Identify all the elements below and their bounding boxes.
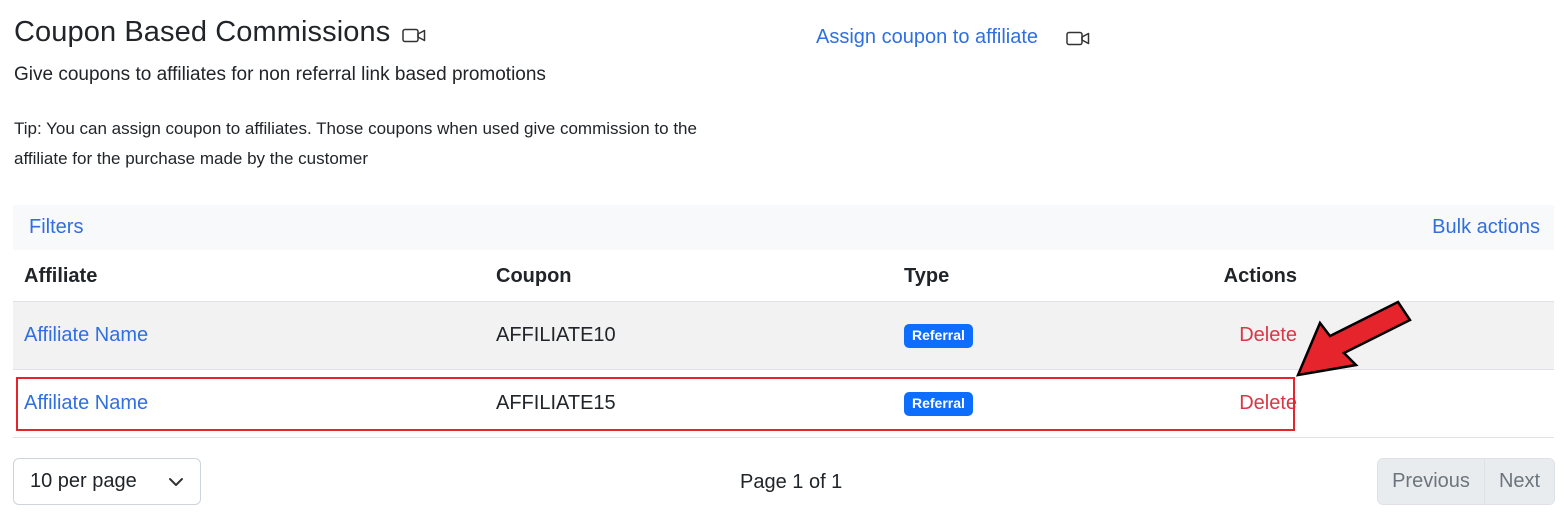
table-header: Affiliate Coupon Type Actions — [13, 252, 1554, 302]
column-header-actions: Actions — [1223, 265, 1297, 287]
page-subtitle: Give coupons to affiliates for non refer… — [14, 64, 546, 85]
column-header-coupon[interactable]: Coupon — [496, 265, 904, 288]
previous-button[interactable]: Previous — [1378, 459, 1485, 504]
per-page-select[interactable]: 10 per page — [13, 458, 201, 505]
coupon-code: AFFILIATE10 — [496, 324, 616, 346]
page-title: Coupon Based Commissions — [14, 16, 426, 49]
type-badge: Referral — [904, 324, 973, 348]
chevron-down-icon — [168, 470, 184, 493]
column-header-type[interactable]: Type — [904, 265, 1212, 288]
tip-text: Tip: You can assign coupon to affiliates… — [14, 119, 697, 168]
column-header-affiliate[interactable]: Affiliate — [13, 265, 496, 288]
affiliate-name-link[interactable]: Affiliate Name — [24, 324, 148, 346]
table-toolbar: Filters Bulk actions — [13, 205, 1554, 250]
per-page-value: 10 per page — [30, 470, 137, 492]
annotation-highlight-box — [16, 377, 1295, 431]
video-camera-icon[interactable] — [1066, 30, 1090, 47]
delete-link[interactable]: Delete — [1239, 324, 1297, 346]
annotation-arrow-icon — [1295, 300, 1412, 377]
page-title-text: Coupon Based Commissions — [14, 16, 391, 48]
next-button[interactable]: Next — [1485, 459, 1554, 504]
video-camera-icon[interactable] — [402, 27, 426, 44]
bulk-actions-link[interactable]: Bulk actions — [1432, 216, 1540, 239]
filters-link[interactable]: Filters — [29, 216, 83, 239]
pagination-buttons: Previous Next — [1377, 458, 1555, 505]
page-info: Page 1 of 1 — [740, 471, 843, 493]
assign-coupon-link[interactable]: Assign coupon to affiliate — [816, 26, 1038, 49]
